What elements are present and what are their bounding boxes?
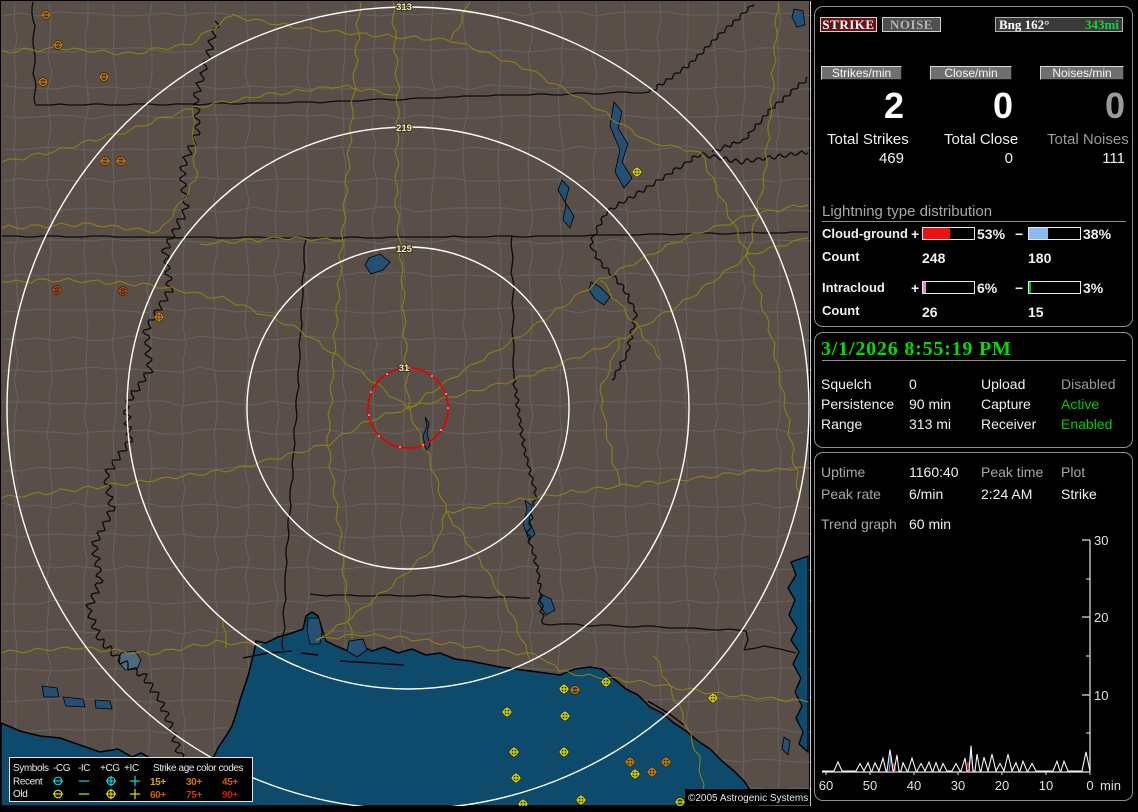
svg-text:+IC: +IC — [124, 763, 139, 774]
svg-text:10: 10 — [1094, 688, 1108, 703]
svg-text:125: 125 — [396, 244, 413, 255]
svg-text:+CG: +CG — [100, 763, 120, 774]
svg-text:75+: 75+ — [186, 790, 202, 801]
svg-text:20: 20 — [1094, 610, 1108, 625]
svg-text:Recent: Recent — [13, 777, 43, 788]
svg-text:60: 60 — [819, 778, 833, 793]
svg-text:10: 10 — [1039, 778, 1053, 793]
svg-text:313: 313 — [396, 2, 412, 13]
svg-text:-CG: -CG — [53, 763, 71, 774]
svg-text:Strike age color codes: Strike age color codes — [153, 763, 244, 774]
svg-text:90+: 90+ — [222, 790, 238, 801]
svg-text:Symbols: Symbols — [13, 763, 49, 774]
svg-text:40: 40 — [907, 778, 921, 793]
svg-text:45+: 45+ — [222, 777, 238, 788]
svg-text:15+: 15+ — [150, 777, 166, 788]
svg-text:0: 0 — [1086, 778, 1093, 793]
svg-text:30: 30 — [1094, 535, 1108, 548]
svg-text:60+: 60+ — [150, 790, 166, 801]
svg-text:min: min — [1100, 778, 1121, 793]
svg-text:-IC: -IC — [78, 763, 90, 774]
svg-text:©2005 Astrogenic Systems: ©2005 Astrogenic Systems — [688, 793, 808, 804]
svg-text:Old: Old — [13, 789, 27, 800]
svg-text:30: 30 — [951, 778, 965, 793]
svg-text:30+: 30+ — [186, 777, 202, 788]
svg-text:20: 20 — [995, 778, 1009, 793]
svg-text:31: 31 — [399, 363, 410, 374]
svg-text:219: 219 — [396, 123, 412, 134]
svg-text:50: 50 — [863, 778, 877, 793]
